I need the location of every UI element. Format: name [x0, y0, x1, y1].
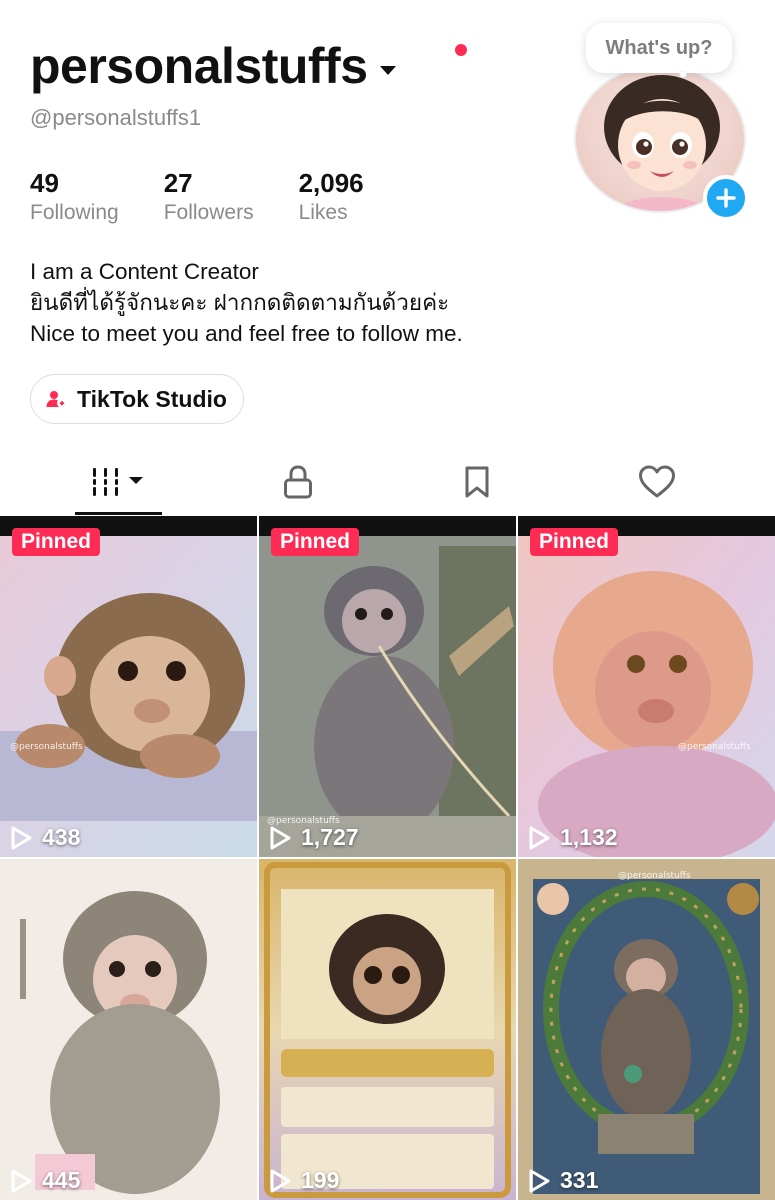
watermark-text: @personalstuffs: [618, 871, 691, 881]
tab-private[interactable]: [258, 452, 338, 512]
watermark-text: @personalstuffs: [678, 742, 751, 752]
view-count-value: 1,132: [560, 824, 618, 850]
grid-icon: [92, 468, 143, 496]
pinned-badge: Pinned: [530, 528, 619, 556]
play-icon: [270, 1169, 291, 1192]
likes-label: Likes: [298, 201, 348, 224]
likes-count: 2,096: [298, 168, 364, 198]
bio-line: Nice to meet you and feel free to follow…: [30, 321, 463, 346]
stat-likes[interactable]: 2,096 Likes: [299, 168, 364, 228]
status-bubble-text: What's up?: [605, 36, 713, 59]
bookmark-icon: [465, 466, 489, 498]
monkey-photo-thumbnail: [259, 516, 516, 857]
followers-count: 27: [163, 168, 193, 198]
notification-dot: [455, 44, 467, 56]
view-count-value: 1,727: [301, 824, 359, 850]
display-name[interactable]: personalstuffs: [30, 36, 368, 96]
video-tile[interactable]: 445: [0, 859, 257, 1200]
account-switch-caret-icon[interactable]: [378, 63, 398, 77]
add-story-button[interactable]: [703, 175, 749, 221]
profile-stats: 49 Following 27 Followers 2,096 Likes: [30, 168, 409, 228]
play-icon: [529, 826, 550, 849]
view-count: 199: [269, 1167, 339, 1194]
video-tile[interactable]: Pinned @personalstuffs 1,132: [518, 516, 775, 857]
play-icon: [11, 1169, 32, 1192]
view-count: 445: [10, 1167, 80, 1194]
tab-favorites[interactable]: [437, 452, 517, 512]
studio-people-icon: [46, 391, 67, 408]
video-tile[interactable]: 199: [259, 859, 516, 1200]
play-icon: [11, 826, 32, 849]
play-icon: [270, 826, 291, 849]
profile-tab-bar: [0, 452, 775, 516]
monkey-painting-thumbnail: [0, 516, 257, 857]
profile-header: personalstuffs @personalstuffs1 49 Follo…: [0, 0, 775, 515]
bio-line: I am a Content Creator: [30, 259, 259, 284]
pinned-badge: Pinned: [271, 528, 360, 556]
view-count: 1,132: [528, 824, 618, 851]
bio-line: ยินดีที่ได้รู้จักนะคะ ฝากกดติดตามกันด้วย…: [30, 290, 450, 315]
lock-icon: [284, 465, 312, 499]
tiktok-studio-button[interactable]: TikTok Studio: [30, 374, 244, 424]
watermark-text: @personalstuffs: [10, 742, 83, 752]
avatar-container[interactable]: [574, 65, 749, 221]
following-count: 49: [30, 168, 59, 198]
bubble-tail: [679, 70, 687, 78]
view-count: 438: [10, 824, 80, 851]
video-tile[interactable]: Pinned @personalstuffs 438: [0, 516, 257, 857]
view-count-value: 445: [42, 1167, 81, 1193]
status-bubble[interactable]: What's up?: [586, 23, 732, 73]
plus-icon: [716, 188, 736, 208]
view-count: 331: [528, 1167, 598, 1194]
video-tile[interactable]: Pinned @personalstuffs 1,727: [259, 516, 516, 857]
heart-icon: [639, 465, 675, 498]
video-tile[interactable]: @personalstuffs 331: [518, 859, 775, 1200]
active-tab-indicator: [75, 512, 162, 515]
monkey-illustration-thumbnail: [0, 859, 257, 1200]
video-grid: Pinned @personalstuffs 438 Pinned @perso…: [0, 516, 775, 1200]
following-label: Following: [30, 201, 119, 224]
pinned-badge: Pinned: [12, 528, 101, 556]
username-row[interactable]: personalstuffs: [30, 36, 398, 96]
profile-bio: I am a Content Creator ยินดีที่ได้รู้จัก…: [30, 256, 463, 349]
view-count: 1,727: [269, 824, 359, 851]
view-count-value: 438: [42, 824, 81, 850]
user-handle: @personalstuffs1: [30, 105, 202, 130]
stat-followers[interactable]: 27 Followers: [164, 168, 254, 228]
tab-videos[interactable]: [75, 452, 162, 512]
followers-label: Followers: [163, 201, 254, 224]
monkey-tarot-card-thumbnail: [518, 859, 775, 1200]
tab-liked[interactable]: [617, 452, 697, 512]
studio-button-label: TikTok Studio: [77, 385, 227, 412]
monkey-trading-card-thumbnail: [259, 859, 516, 1200]
view-count-value: 199: [301, 1167, 340, 1193]
stat-following[interactable]: 49 Following: [30, 168, 119, 228]
view-count-value: 331: [560, 1167, 599, 1193]
monkey-painting-thumbnail: [518, 516, 775, 857]
play-icon: [529, 1169, 550, 1192]
